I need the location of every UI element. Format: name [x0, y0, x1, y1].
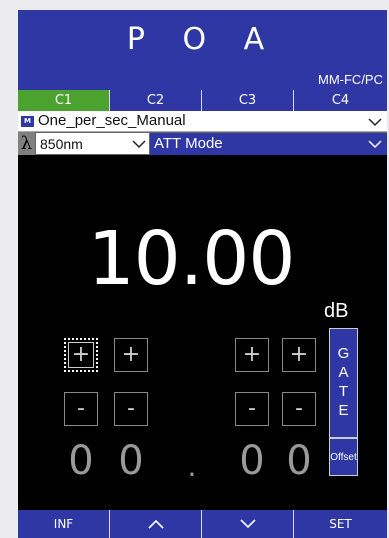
- setpoint-decimal: .: [187, 450, 197, 483]
- lambda-icon: λ: [18, 132, 35, 155]
- tab-c2[interactable]: C2: [110, 90, 202, 111]
- down-arrow-icon: [240, 519, 256, 529]
- increment-ones-button[interactable]: +: [114, 338, 148, 372]
- gate-letter: G: [337, 345, 350, 362]
- decrement-hundredths-button[interactable]: -: [282, 392, 316, 426]
- gate-letter: T: [338, 383, 349, 400]
- gate-letter: A: [338, 364, 349, 381]
- tab-c3[interactable]: C3: [202, 90, 294, 111]
- connector-type: MM-FC/PC: [318, 72, 383, 87]
- up-arrow-icon: [148, 519, 164, 529]
- mode-select[interactable]: ATT Mode: [150, 132, 387, 155]
- setpoint-digit: 0: [239, 438, 265, 484]
- profile-name: One_per_sec_Manual: [38, 112, 186, 129]
- increment-hundredths-button[interactable]: +: [282, 338, 316, 372]
- offset-button[interactable]: Offset: [329, 438, 358, 476]
- tab-c1[interactable]: C1: [18, 90, 110, 111]
- decrement-ones-button[interactable]: -: [114, 392, 148, 426]
- wavelength-select[interactable]: 850nm: [35, 132, 150, 155]
- gate-button[interactable]: G A T E: [329, 328, 358, 438]
- footer-bar: INF SET: [18, 510, 387, 538]
- decrement-tenths-button[interactable]: -: [235, 392, 269, 426]
- mode-value: ATT Mode: [154, 135, 223, 152]
- attenuation-reading: 10.00: [87, 216, 296, 302]
- wavelength-value: 850nm: [40, 136, 83, 152]
- down-button[interactable]: [202, 510, 294, 538]
- manual-badge: M: [21, 116, 34, 127]
- decrement-tens-button[interactable]: -: [64, 392, 98, 426]
- setpoint-digit: 0: [286, 438, 312, 484]
- chevron-down-icon: [368, 140, 382, 149]
- increment-tens-button[interactable]: +: [64, 338, 98, 372]
- inf-button[interactable]: INF: [18, 510, 110, 538]
- setpoint-digit: 0: [118, 438, 144, 484]
- reading-unit: dB: [324, 300, 349, 322]
- chevron-down-icon: [132, 140, 146, 149]
- header: P O A MM-FC/PC: [18, 10, 387, 90]
- chevron-down-icon: [368, 118, 382, 127]
- channel-tabs: C1 C2 C3 C4: [18, 90, 387, 111]
- tab-c4[interactable]: C4: [294, 90, 387, 111]
- app-title: P O A: [126, 22, 279, 57]
- device-screen: P O A MM-FC/PC C1 C2 C3 C4 M One_per_sec…: [18, 10, 387, 538]
- increment-tenths-button[interactable]: +: [235, 338, 269, 372]
- profile-dropdown[interactable]: M One_per_sec_Manual: [18, 111, 387, 132]
- up-button[interactable]: [110, 510, 202, 538]
- setpoint-digit: 0: [68, 438, 94, 484]
- set-button[interactable]: SET: [294, 510, 387, 538]
- gate-letter: E: [338, 402, 349, 419]
- wavelength-row: λ 850nm ATT Mode: [18, 132, 387, 155]
